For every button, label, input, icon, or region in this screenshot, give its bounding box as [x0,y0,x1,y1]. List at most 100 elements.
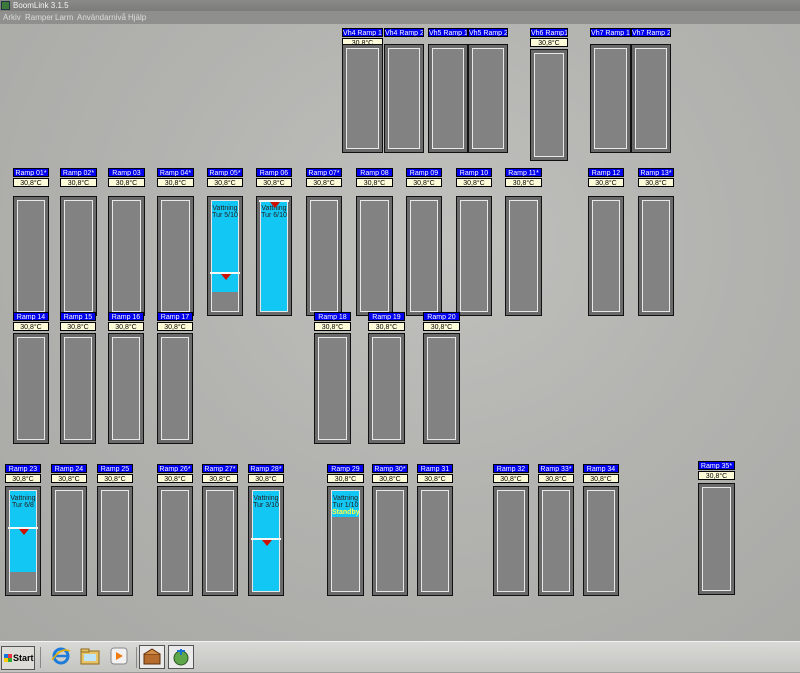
ramp-ramp-16[interactable]: Ramp 16 30,8°C [108,312,144,444]
ramp-ramp-20[interactable]: Ramp 20 30,8°C [423,312,460,444]
ramp-name-label[interactable]: Ramp 09 [406,168,442,177]
ramp-name-label[interactable]: Ramp 20 [423,312,460,321]
ramp-name-label[interactable]: Vh5 Ramp 1 [428,28,468,37]
menu-larm[interactable]: Larm [55,11,73,24]
ramp-vh6-ramp1[interactable]: Vh6 Ramp1 30,8°C [530,28,568,161]
ramp-name-label[interactable]: Ramp 29 [327,464,364,473]
menu-hjalp[interactable]: Hjälp [128,11,146,24]
ramp-temperature: 30,8°C [157,178,194,187]
ramp-name-label[interactable]: Ramp 11* [505,168,542,177]
ramp-name-label[interactable]: Ramp 02* [60,168,97,177]
ramp-ramp-32[interactable]: Ramp 32 30,8°C [493,464,529,596]
ramp-name-label[interactable]: Ramp 33* [538,464,574,473]
ramp-vh5-ramp-1[interactable]: Vh5 Ramp 1 [428,28,468,153]
ramp-name-label[interactable]: Ramp 08 [356,168,393,177]
ramp-name-label[interactable]: Ramp 25 [97,464,133,473]
ie-icon[interactable] [49,645,75,669]
ramp-name-label[interactable]: Ramp 04* [157,168,194,177]
ramp-name-label[interactable]: Ramp 23 [5,464,41,473]
boomlink-tray-icon[interactable] [139,645,165,669]
folder-icon[interactable] [78,645,104,669]
ramp-ramp-18[interactable]: Ramp 18 30,8°C [314,312,351,444]
ramp-name-label[interactable]: Ramp 34 [583,464,619,473]
ramp-track [157,333,193,444]
ramp-ramp-14[interactable]: Ramp 14 30,8°C [13,312,49,444]
ramp-track [60,196,97,316]
ramp-vh4-ramp-1[interactable]: Vh4 Ramp 130,8°C [342,28,383,153]
ramp-name-label[interactable]: Ramp 19 [368,312,405,321]
ramp-ramp-35[interactable]: Ramp 35* 30,8°C [698,461,735,595]
ramp-ramp-06[interactable]: Ramp 06 30,8°C Vattning Tur 6/10 [256,168,292,316]
ramp-vh4-ramp-2[interactable]: Vh4 Ramp 2 [384,28,424,153]
ramp-ramp-33[interactable]: Ramp 33* 30,8°C [538,464,574,596]
ramp-name-label[interactable]: Vh4 Ramp 2 [384,28,424,37]
title-bar: BoomLink 3.1.5 [0,0,800,11]
ramp-name-label[interactable]: Ramp 15 [60,312,96,321]
ramp-ramp-19[interactable]: Ramp 19 30,8°C [368,312,405,444]
ramp-ramp-05[interactable]: Ramp 05* 30,8°C Vattning Tur 5/10 [207,168,243,316]
ramp-name-label[interactable]: Vh6 Ramp1 [530,28,568,37]
ramp-name-label[interactable]: Ramp 07* [306,168,342,177]
ramp-ramp-30[interactable]: Ramp 30* 30,8°C [372,464,408,596]
ramp-name-label[interactable]: Ramp 10 [456,168,492,177]
ramp-ramp-10[interactable]: Ramp 10 30,8°C [456,168,492,316]
ramp-name-label[interactable]: Vh4 Ramp 1 [342,28,383,37]
ramp-name-label[interactable]: Ramp 06 [256,168,292,177]
ramp-name-label[interactable]: Vh7 Ramp 1 [590,28,631,37]
ramp-ramp-24[interactable]: Ramp 24 30,8°C [51,464,87,596]
ramp-ramp-27[interactable]: Ramp 27* 30,8°C [202,464,238,596]
menu-arkiv[interactable]: Arkiv [3,11,21,24]
media-player-icon[interactable] [107,645,133,669]
start-button[interactable]: Start [1,646,35,670]
ramp-vh7-ramp-2[interactable]: Vh7 Ramp 2 [631,28,671,153]
ramp-ramp-34[interactable]: Ramp 34 30,8°C [583,464,619,596]
ramp-track-inner [460,200,488,312]
ramp-name-label[interactable]: Vh7 Ramp 2 [631,28,671,37]
menu-anvandarniva[interactable]: Användarnivå [77,11,126,24]
ramp-name-label[interactable]: Vh5 Ramp 2 [468,28,508,37]
ramp-track-inner [346,48,379,149]
ramp-name-label[interactable]: Ramp 31 [417,464,453,473]
ramp-ramp-02[interactable]: Ramp 02* 30,8°C [60,168,97,316]
ramp-ramp-07[interactable]: Ramp 07* 30,8°C [306,168,342,316]
ramp-name-label[interactable]: Ramp 16 [108,312,144,321]
ramp-ramp-17[interactable]: Ramp 17 30,8°C [157,312,193,444]
ramp-ramp-11[interactable]: Ramp 11* 30,8°C [505,168,542,316]
ramp-ramp-23[interactable]: Ramp 23 30,8°C Vattning Tur 6/8 [5,464,41,596]
ramp-vh7-ramp-1[interactable]: Vh7 Ramp 1 [590,28,631,153]
ramp-name-label[interactable]: Ramp 28* [248,464,284,473]
ramp-ramp-12[interactable]: Ramp 12 30,8°C [588,168,624,316]
ramp-name-label[interactable]: Ramp 26* [157,464,193,473]
ramp-ramp-08[interactable]: Ramp 08 30,8°C [356,168,393,316]
ramp-name-label[interactable]: Ramp 14 [13,312,49,321]
menu-ramper[interactable]: Ramper [25,11,53,24]
ramp-ramp-04[interactable]: Ramp 04* 30,8°C [157,168,194,316]
ramp-ramp-01[interactable]: Ramp 01* 30,8°C [13,168,49,316]
ramp-name-label[interactable]: Ramp 03 [108,168,145,177]
ramp-name-label[interactable]: Ramp 17 [157,312,193,321]
watering-status-label: Vattning [212,205,238,212]
ramp-name-label[interactable]: Ramp 35* [698,461,735,470]
ramp-name-label[interactable]: Ramp 30* [372,464,408,473]
ramp-ramp-29[interactable]: Ramp 29 30,8°C Vattning Tur 1/10 Standby [327,464,364,596]
ramp-name-label[interactable]: Ramp 13* [638,168,674,177]
ramp-ramp-15[interactable]: Ramp 15 30,8°C [60,312,96,444]
ramp-name-label[interactable]: Ramp 27* [202,464,238,473]
boomlink-app-icon[interactable] [168,645,194,669]
ramp-ramp-03[interactable]: Ramp 03 30,8°C [108,168,145,316]
ramp-ramp-25[interactable]: Ramp 25 30,8°C [97,464,133,596]
ramp-ramp-28[interactable]: Ramp 28* 30,8°C Vattning Tur 3/10 [248,464,284,596]
ramp-name-label[interactable]: Ramp 05* [207,168,243,177]
ramp-ramp-09[interactable]: Ramp 09 30,8°C [406,168,442,316]
ramp-vh5-ramp-2[interactable]: Vh5 Ramp 2 [468,28,508,153]
watering-turn-label: Tur 5/10 [212,212,238,219]
ramp-ramp-26[interactable]: Ramp 26* 30,8°C [157,464,193,596]
boom-arrow-icon [270,202,280,208]
ramp-name-label[interactable]: Ramp 12 [588,168,624,177]
ramp-name-label[interactable]: Ramp 32 [493,464,529,473]
ramp-ramp-31[interactable]: Ramp 31 30,8°C [417,464,453,596]
ramp-name-label[interactable]: Ramp 24 [51,464,87,473]
ramp-name-label[interactable]: Ramp 01* [13,168,49,177]
ramp-name-label[interactable]: Ramp 18 [314,312,351,321]
ramp-ramp-13[interactable]: Ramp 13* 30,8°C [638,168,674,316]
